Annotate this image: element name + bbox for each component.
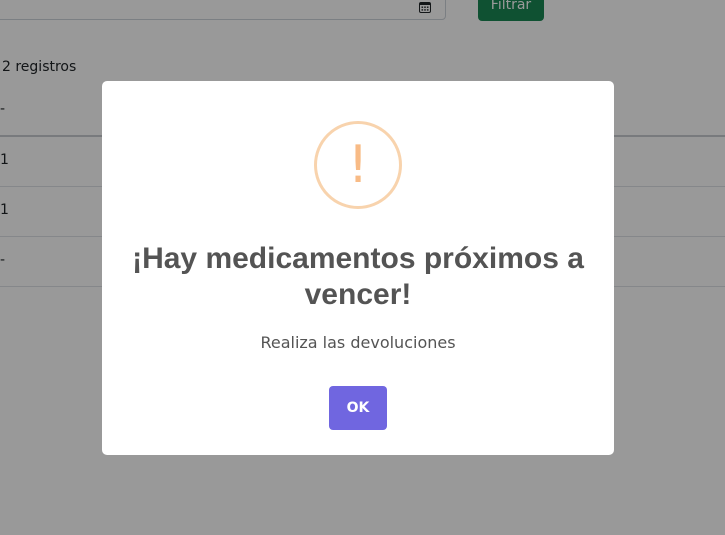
alert-dialog: ! ¡Hay medicamentos próximos a vencer! R… <box>102 81 614 455</box>
ok-button[interactable]: OK <box>329 386 387 430</box>
alert-title: ¡Hay medicamentos próximos a vencer! <box>132 242 584 311</box>
alert-message: Realiza las devoluciones <box>260 333 456 352</box>
warning-icon: ! <box>314 121 402 209</box>
